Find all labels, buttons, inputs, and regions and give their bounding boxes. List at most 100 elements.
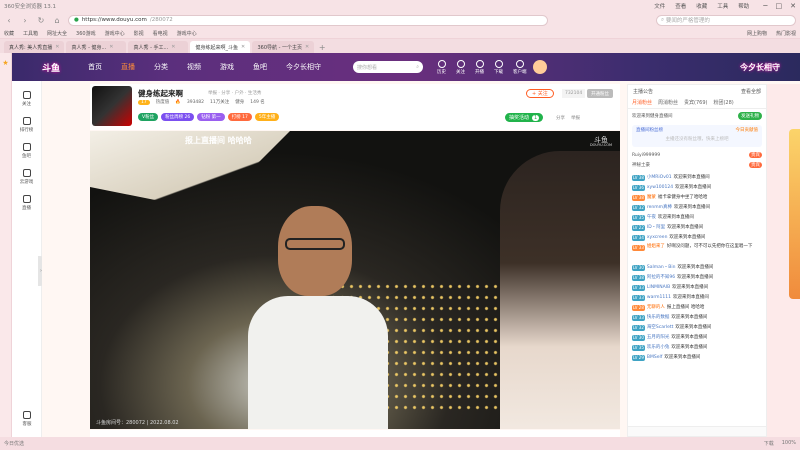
chat-message[interactable]: LV 34 xyxcreen 欢迎来到本直播间 [632, 233, 762, 243]
menu-favorites[interactable]: 收藏 [696, 2, 707, 10]
report-button[interactable]: 举报 [571, 115, 580, 121]
browser-tab[interactable]: 真人秀 - 健身... ✕ [66, 41, 127, 53]
left-nav-yuba[interactable]: 鱼吧 [12, 143, 41, 159]
chat-username[interactable]: ID・阿里 [647, 223, 665, 233]
close-tab-icon[interactable]: ✕ [109, 44, 113, 50]
chat-username[interactable]: 无聊的人 [647, 303, 665, 313]
nav-game[interactable]: 游戏 [220, 62, 234, 72]
chat-username[interactable]: 阿拉的不知96 [647, 273, 675, 283]
chat-message[interactable]: LV 28 无聊的人 报上直播间 哈哈哈 [632, 303, 762, 313]
follow-list-button[interactable]: 关注 [456, 59, 465, 75]
announcement-label[interactable]: 主播公告 [633, 88, 653, 95]
browser-tab[interactable]: 真人秀 - 手工... ✕ [128, 41, 189, 53]
event-banner[interactable]: 今夕长相守 [740, 62, 780, 73]
badge[interactable]: V粉丝 [138, 113, 159, 121]
left-nav-cloud-game[interactable]: 云游戏 [12, 169, 41, 185]
chat-message[interactable]: LV 36 xyw100124 欢迎来到本直播间 [632, 183, 762, 193]
chat-username[interactable]: warm1111 [647, 293, 671, 303]
side-banner[interactable] [789, 129, 800, 299]
chat-message[interactable]: LV 38 小MRiOv01 欢迎来到本直播间 [632, 173, 762, 183]
chat-username[interactable]: 快乐的数据 [647, 313, 670, 323]
search-icon[interactable]: ⌕ [416, 64, 419, 70]
back-icon[interactable]: ‹ [4, 15, 14, 25]
chat-message[interactable]: LV 33 warm1111 欢迎来到本直播间 [632, 293, 762, 303]
browser-tab-active[interactable]: 健身练起来啊_斗鱼 ✕ [190, 41, 251, 53]
chat-message[interactable]: LV 33 快乐的数据 欢迎来到本直播间 [632, 313, 762, 323]
vip-row[interactable]: 神秘土豪 贵宾 [632, 160, 762, 170]
bookmark-item[interactable]: 游戏中心 [177, 30, 197, 37]
badge[interactable]: 打榜 17 [227, 113, 252, 121]
douyu-logo[interactable]: 斗鱼 [42, 61, 60, 74]
tab-weekly-fans[interactable]: 周消粉丝 [658, 99, 678, 106]
start-stream-button[interactable]: 开播 [475, 59, 484, 75]
nav-home[interactable]: 首页 [88, 62, 102, 72]
chat-username[interactable]: xyxcreen [647, 233, 668, 243]
refresh-icon[interactable]: ↻ [36, 15, 46, 25]
bookmark-item[interactable]: 网址大全 [47, 30, 67, 37]
left-nav-support[interactable]: 客服 [12, 411, 42, 427]
download-button[interactable]: 下载 [494, 59, 503, 75]
browser-tab[interactable]: 360导航 - 一个主页 ✕ [252, 41, 315, 53]
history-button[interactable]: 历史 [437, 59, 446, 75]
bookmark-item[interactable]: 360游戏 [76, 30, 96, 37]
chat-message[interactable]: LV 30 Salman・Bin 欢迎来到本直播间 [632, 263, 762, 273]
video-player[interactable]: 报上直播间 哈哈哈 斗鱼 DOUYU.COM 斗鱼房间号：280072 | 20… [90, 131, 620, 429]
bookmark-item[interactable]: 看电视 [153, 30, 168, 37]
chat-username[interactable]: BMSelf [647, 353, 662, 363]
chat-username[interactable]: renmm真棒 [647, 203, 672, 213]
streamer-avatar[interactable] [92, 86, 132, 126]
menu-view[interactable]: 查看 [675, 2, 686, 10]
nav-category[interactable]: 分类 [154, 62, 168, 72]
bookmark-item[interactable]: 收藏 [4, 30, 14, 37]
browser-search-input[interactable]: ⌕ 要闻的严格管理的 [656, 14, 796, 26]
menu-tools[interactable]: 工具 [717, 2, 728, 10]
tab-vip[interactable]: 贵宾(769) [684, 99, 707, 106]
status-left[interactable]: 今日优选 [4, 440, 24, 447]
chat-message[interactable]: LV 32 海空Scarlett 欢迎来到本直播间 [632, 323, 762, 333]
chat-username[interactable]: Salman・Bin [647, 263, 676, 273]
star-icon[interactable]: ★ [0, 59, 11, 67]
bookmark-item[interactable]: 工具箱 [23, 30, 38, 37]
left-nav-rank[interactable]: 排行榜 [12, 117, 41, 133]
send-gift-button[interactable]: 发送礼物 [738, 112, 762, 120]
gift-bar[interactable] [90, 430, 620, 437]
chat-message[interactable]: LV 22 ID・阿里 欢迎来到本直播间 [632, 223, 762, 233]
status-zoom[interactable]: 100% [782, 440, 796, 447]
douyu-search-input[interactable]: 搜你想看 ⌕ [353, 61, 424, 73]
chat-username[interactable]: LINMINAIB [647, 283, 670, 293]
badge[interactable]: 钻粉 第一 [197, 113, 225, 121]
chat-message[interactable]: LV 35 欢乐的小兔 欢迎来到本直播间 [632, 343, 762, 353]
nav-video[interactable]: 视频 [187, 62, 201, 72]
tab-monthly-fans[interactable]: 月消粉丝 [632, 99, 652, 106]
status-download[interactable]: 下载 [764, 440, 774, 447]
lottery-button[interactable]: 抽奖活动 1 [505, 113, 544, 122]
join-fans-button[interactable]: 开通粉丝 [587, 89, 613, 98]
nav-yuba[interactable]: 鱼吧 [253, 62, 267, 72]
menu-file[interactable]: 文件 [654, 2, 665, 10]
chat-message[interactable]: LV 38 魔蒙 福卡拿健身中坐了哈哈哈 [632, 193, 762, 203]
fan-rank-card[interactable]: 直播间粉丝榜 今日贡献值 主播还没有粉丝哦，快来上榜吧 [632, 125, 762, 147]
menu-help[interactable]: 帮助 [738, 2, 749, 10]
chat-username[interactable]: 欢乐的小兔 [647, 343, 670, 353]
chat-username[interactable]: 魔蒙 [647, 193, 656, 203]
tab-fan-group[interactable]: 粉团(28) [713, 99, 733, 106]
left-nav-follow[interactable]: 关注 [12, 91, 41, 107]
url-field[interactable]: ● https://www.douyu.com /280072 [68, 14, 548, 26]
chat-message[interactable]: LV 35 午夜 欢迎来到本直播间 [632, 213, 762, 223]
chat-username[interactable]: 小MRiOv01 [647, 173, 672, 183]
maximize-icon[interactable]: □ [776, 2, 783, 10]
view-all-link[interactable]: 查看全部 [741, 88, 761, 95]
close-tab-icon[interactable]: ✕ [55, 44, 59, 50]
nav-live[interactable]: 直播 [121, 62, 135, 72]
nav-event[interactable]: 今夕长相守 [286, 62, 321, 72]
room-category[interactable]: 健身 [235, 99, 244, 105]
left-nav-live[interactable]: 直播 [12, 195, 41, 211]
chat-message[interactable]: LV 33 LINMINAIB 欢迎来到本直播间 [632, 283, 762, 293]
minimize-icon[interactable]: ─ [763, 2, 767, 10]
new-tab-icon[interactable]: + [316, 41, 328, 53]
close-tab-icon[interactable]: ✕ [305, 44, 309, 50]
chat-username[interactable]: 午夜 [647, 213, 656, 223]
follow-button[interactable]: + 关注 [526, 89, 554, 98]
close-tab-icon[interactable]: ✕ [241, 44, 245, 50]
bookmark-item[interactable]: 游戏中心 [105, 30, 125, 37]
